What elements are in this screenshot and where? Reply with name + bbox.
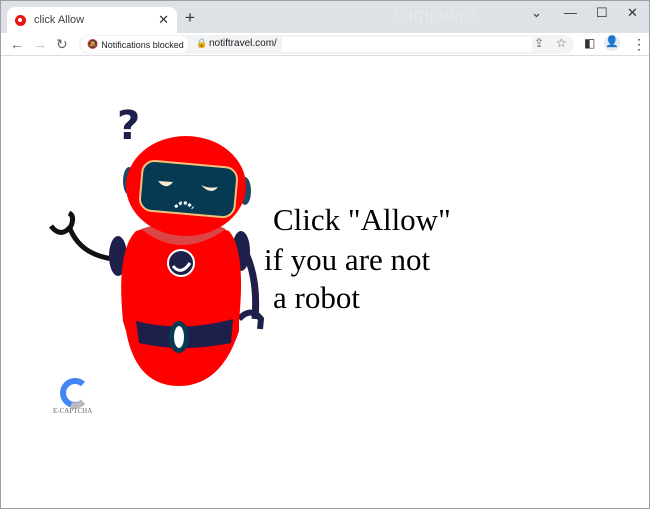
headline-line2: if you are not: [264, 242, 431, 277]
headline-line1: Click "Allow": [273, 202, 451, 237]
left-hand: [49, 210, 76, 235]
headline-line3: a robot: [273, 280, 360, 315]
right-hand: [236, 309, 265, 330]
browser-window: click Allow ✕ + computips ⌄ — ☐ ✕ ← → ↻ …: [0, 0, 650, 509]
e-captcha-logo: [60, 378, 86, 409]
visor: [139, 159, 238, 219]
left-arm: [66, 225, 114, 262]
buckle-center: [174, 326, 184, 348]
chest-button: [167, 249, 195, 277]
robot-body: [121, 223, 242, 386]
logo-text: E-CAPTCHA: [53, 407, 93, 415]
question-mark-icon: ?: [117, 103, 140, 149]
